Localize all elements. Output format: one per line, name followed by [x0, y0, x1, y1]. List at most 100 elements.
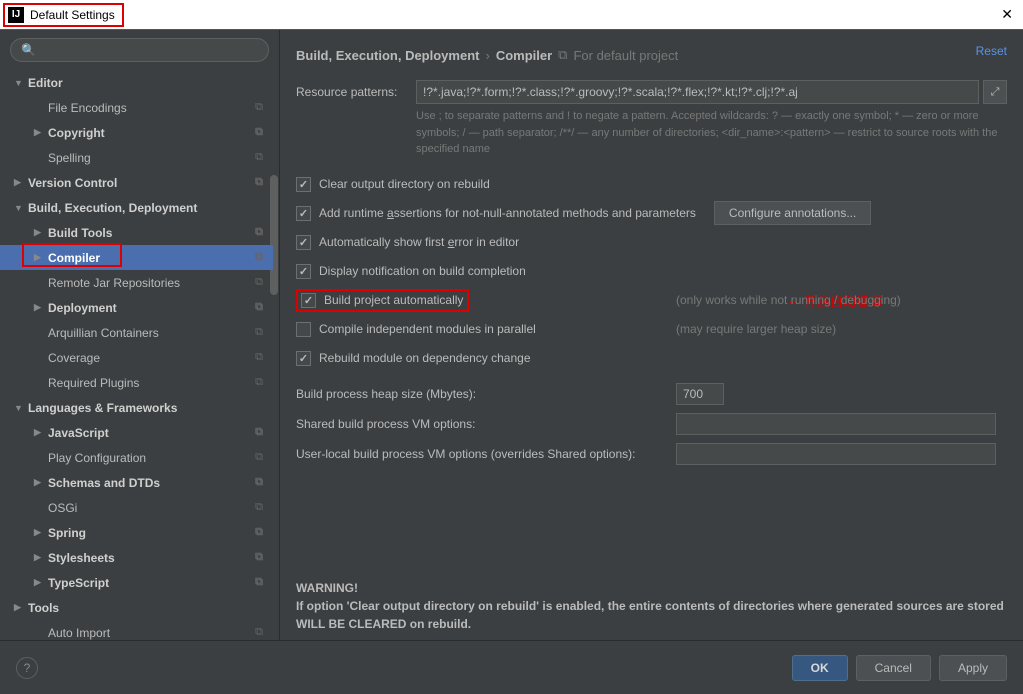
copy-icon: ⧉	[255, 376, 263, 389]
tree-item-spelling[interactable]: Spelling⧉	[0, 145, 273, 170]
checkbox-icon[interactable]	[296, 177, 311, 192]
tree-item-version-control[interactable]: ▶Version Control⧉	[0, 170, 273, 195]
chevron-down-icon: ▼	[14, 403, 23, 413]
check-clear[interactable]: Clear output directory on rebuild	[296, 170, 1007, 199]
crumb-sub: For default project	[573, 48, 678, 63]
tree-item-file-encodings[interactable]: File Encodings⧉	[0, 95, 273, 120]
reset-link[interactable]: Reset	[976, 44, 1007, 58]
tree-item-label: Required Plugins	[48, 376, 139, 390]
checkbox-icon[interactable]	[296, 206, 311, 221]
apply-button[interactable]: Apply	[939, 655, 1007, 681]
breadcrumb: Build, Execution, Deployment › Compiler …	[296, 40, 1007, 70]
tree-item-osgi[interactable]: OSGi⧉	[0, 495, 273, 520]
tree-item-label: Build Tools	[48, 226, 112, 240]
chevron-right-icon: ›	[485, 48, 489, 63]
tree-item-typescript[interactable]: ▶TypeScript⧉	[0, 570, 273, 595]
tree-item-label: Play Configuration	[48, 451, 146, 465]
copy-icon: ⧉	[255, 451, 263, 464]
chevron-right-icon: ▶	[34, 427, 41, 438]
search-input[interactable]: 🔍	[10, 38, 269, 62]
help-icon[interactable]: ?	[16, 657, 38, 679]
tree-item-stylesheets[interactable]: ▶ Stylesheets ⧉	[0, 545, 273, 570]
parallel-note: (may require larger heap size)	[676, 322, 836, 336]
tree-item-label: File Encodings	[48, 101, 127, 115]
checkbox-icon[interactable]	[296, 322, 311, 337]
checkbox-icon[interactable]	[301, 293, 316, 308]
check-parallel[interactable]: Compile independent modules in parallel …	[296, 315, 1007, 344]
heap-row: Build process heap size (Mbytes):	[296, 379, 1007, 409]
copy-icon: ⧉	[558, 47, 567, 63]
tree-item-spring[interactable]: ▶Spring⧉	[0, 520, 273, 545]
chevron-right-icon: ▶	[34, 252, 41, 263]
copy-icon: ⧉	[255, 426, 263, 439]
tree-item-coverage[interactable]: Coverage⧉	[0, 345, 273, 370]
copy-icon: ⧉	[255, 176, 263, 189]
check-assertions[interactable]: Add runtime assertions for not-null-anno…	[296, 199, 1007, 228]
shared-input[interactable]	[676, 413, 996, 435]
resource-hint: Use ; to separate patterns and ! to nega…	[416, 108, 1007, 158]
warning: WARNING! If option 'Clear output directo…	[296, 579, 1007, 633]
tree-item-label: Remote Jar Repositories	[48, 276, 180, 290]
copy-icon: ⧉	[255, 226, 263, 239]
tree-item-build-tools[interactable]: ▶ Build Tools ⧉	[0, 220, 273, 245]
tree-item-editor[interactable]: ▼Editor	[0, 70, 273, 95]
check-notify[interactable]: Display notification on build completion	[296, 257, 1007, 286]
tree-item-tools[interactable]: ▶Tools	[0, 595, 273, 620]
tree-item-label: Languages & Frameworks	[28, 401, 177, 415]
tree-item-label: Spring	[48, 526, 86, 540]
copy-icon: ⧉	[255, 251, 263, 264]
titlebar: IJ Default Settings ✕	[0, 0, 1023, 30]
copy-icon: ⧉	[255, 551, 263, 564]
warning-title: WARNING!	[296, 581, 358, 595]
ok-button[interactable]: OK	[792, 655, 848, 681]
heap-input[interactable]	[676, 383, 724, 405]
tree-item-auto-import[interactable]: Auto Import⧉	[0, 620, 273, 640]
shared-label: Shared build process VM options:	[296, 417, 676, 431]
main: 🔍 ▼EditorFile Encodings⧉▶Copyright⧉Spell…	[0, 30, 1023, 640]
close-icon[interactable]: ✕	[1001, 6, 1013, 23]
check-auto-error[interactable]: Automatically show first error in editor	[296, 228, 1007, 257]
checkbox-icon[interactable]	[296, 351, 311, 366]
settings-tree[interactable]: ▼EditorFile Encodings⧉▶Copyright⧉Spellin…	[0, 70, 279, 640]
tree-item-compiler[interactable]: ▶Compiler⧉	[0, 245, 273, 270]
sidebar: 🔍 ▼EditorFile Encodings⧉▶Copyright⧉Spell…	[0, 30, 280, 640]
tree-item-remote-jar-repositories[interactable]: Remote Jar Repositories ⧉	[0, 270, 273, 295]
tree-item-javascript[interactable]: ▶JavaScript⧉	[0, 420, 273, 445]
tree-item-play-configuration[interactable]: Play Configuration ⧉	[0, 445, 273, 470]
chevron-right-icon: ▶	[14, 602, 21, 613]
heap-label: Build process heap size (Mbytes):	[296, 387, 676, 401]
tree-item-deployment[interactable]: ▶Deployment⧉	[0, 295, 273, 320]
tree-item-required-plugins[interactable]: Required Plugins ⧉	[0, 370, 273, 395]
tree-item-arquillian-containers[interactable]: Arquillian Containers⧉	[0, 320, 273, 345]
tree-item-label: TypeScript	[48, 576, 109, 590]
check-build-auto[interactable]: Build project automatically 开启自动编译 (only…	[296, 286, 1007, 315]
tree-item-copyright[interactable]: ▶Copyright⧉	[0, 120, 273, 145]
configure-annotations-button[interactable]: Configure annotations...	[714, 201, 871, 225]
copy-icon: ⧉	[255, 476, 263, 489]
user-row: User-local build process VM options (ove…	[296, 439, 1007, 469]
check-rebuild-dep[interactable]: Rebuild module on dependency change	[296, 344, 1007, 373]
build-auto-highlight: Build project automatically	[296, 289, 469, 312]
tree-item-build-execution-deployment[interactable]: ▼Build, Execution, Deployment	[0, 195, 273, 220]
copy-icon: ⧉	[255, 301, 263, 314]
user-label: User-local build process VM options (ove…	[296, 447, 676, 461]
checkbox-icon[interactable]	[296, 264, 311, 279]
copy-icon: ⧉	[255, 576, 263, 589]
chevron-right-icon: ▶	[14, 177, 21, 188]
tree-item-label: Stylesheets	[48, 551, 115, 565]
resource-input[interactable]	[416, 80, 979, 104]
user-input[interactable]	[676, 443, 996, 465]
tree-item-schemas-and-dtds[interactable]: ▶Schemas and DTDs⧉	[0, 470, 273, 495]
copy-icon: ⧉	[255, 276, 263, 289]
expand-icon[interactable]: ⤢	[983, 80, 1007, 104]
tree-item-languages-frameworks[interactable]: ▼ Languages & Frameworks	[0, 395, 273, 420]
checkbox-icon[interactable]	[296, 235, 311, 250]
crumb-2: Compiler	[496, 48, 552, 63]
chevron-right-icon: ▶	[34, 552, 41, 563]
chevron-right-icon: ▶	[34, 227, 41, 238]
tree-item-label: OSGi	[48, 501, 77, 515]
checks: Clear output directory on rebuild Add ru…	[296, 170, 1007, 373]
crumb-1: Build, Execution, Deployment	[296, 48, 479, 63]
build-auto-note: (only works while not running / debuggin…	[676, 293, 901, 307]
cancel-button[interactable]: Cancel	[856, 655, 931, 681]
